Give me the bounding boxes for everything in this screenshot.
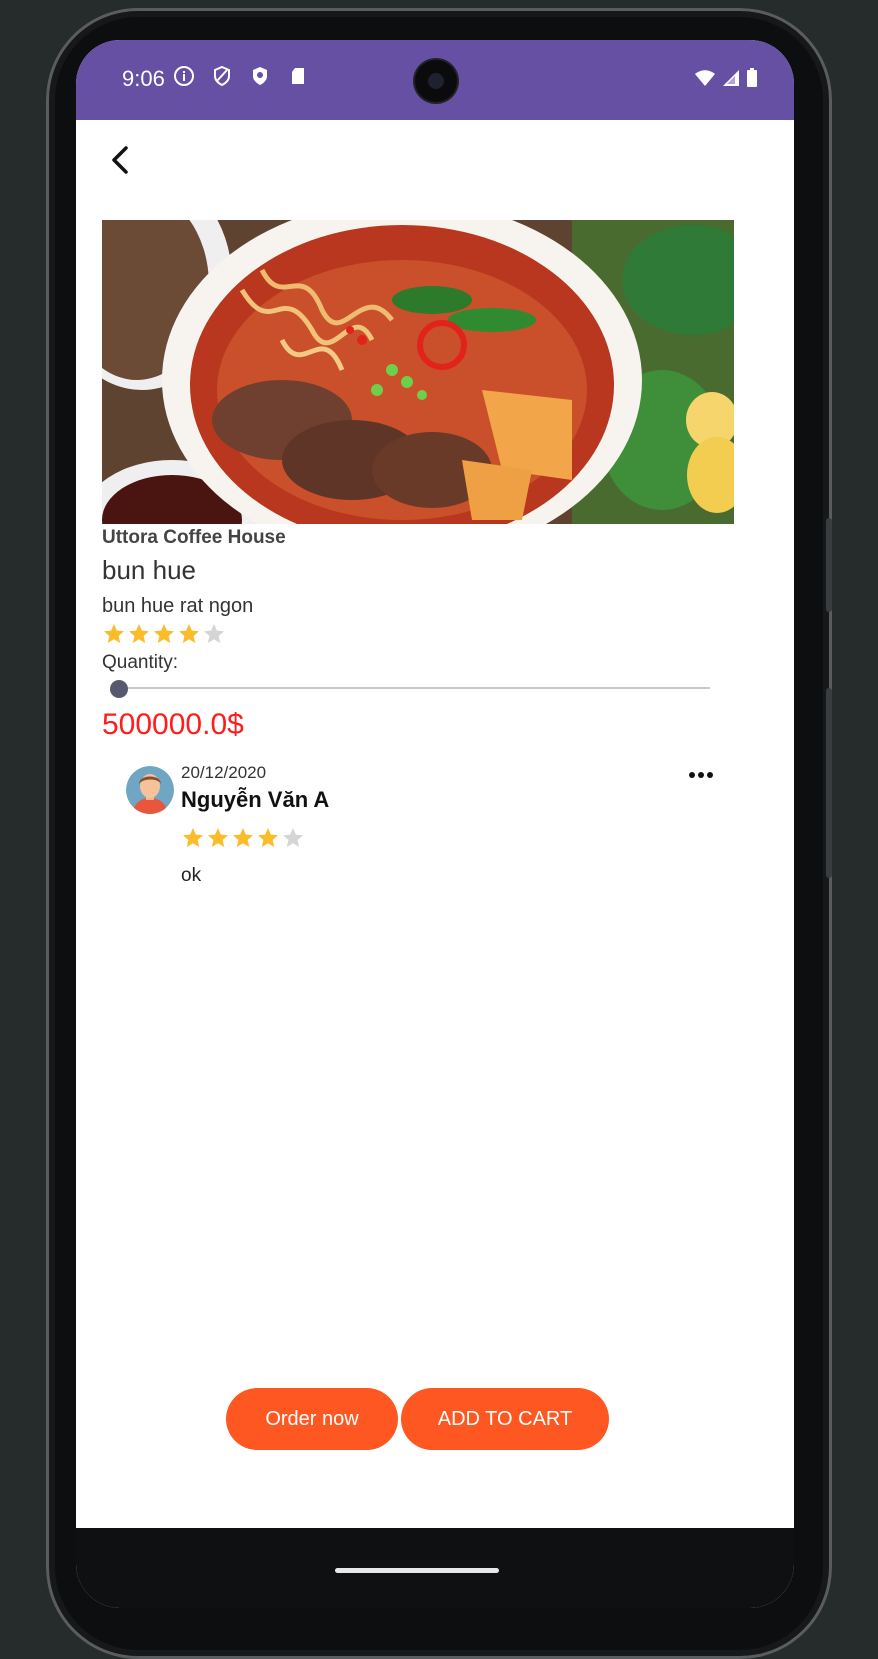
more-horizontal-icon xyxy=(689,772,713,778)
status-bar: 9:06 xyxy=(76,40,794,120)
shield-icon xyxy=(248,64,272,88)
status-time: 9:06 xyxy=(122,66,165,91)
star-filled-icon xyxy=(127,622,151,646)
add-to-cart-button[interactable]: ADD TO CART xyxy=(401,1388,609,1450)
slider-track xyxy=(116,687,710,689)
star-empty-icon xyxy=(281,826,305,850)
sd-card-icon xyxy=(286,64,310,88)
review-rating xyxy=(181,826,305,850)
avatar xyxy=(126,766,174,814)
star-filled-icon xyxy=(181,826,205,850)
wifi-icon xyxy=(694,69,716,92)
star-filled-icon xyxy=(256,826,280,850)
restaurant-name: Uttora Coffee House xyxy=(102,527,286,548)
product-name: bun hue xyxy=(102,555,196,585)
home-indicator[interactable] xyxy=(335,1568,499,1573)
arrow-back-icon xyxy=(112,146,128,174)
review-date: 20/12/2020 xyxy=(181,763,267,782)
bun-hue-photo xyxy=(102,220,734,524)
star-empty-icon xyxy=(202,622,226,646)
battery-icon xyxy=(746,68,758,93)
product-image xyxy=(102,220,734,524)
order-now-button[interactable]: Order now xyxy=(226,1388,398,1450)
volume-button xyxy=(826,688,832,878)
star-filled-icon xyxy=(102,622,126,646)
star-filled-icon xyxy=(231,826,255,850)
quantity-label: Quantity: xyxy=(102,652,179,673)
power-button xyxy=(826,518,832,612)
reviewer-name: Nguyễn Văn A xyxy=(181,787,330,812)
front-camera xyxy=(415,60,457,102)
slider-thumb[interactable] xyxy=(110,680,128,698)
review-text: ok xyxy=(181,865,202,886)
info-icon xyxy=(172,64,196,88)
more-options-button[interactable] xyxy=(686,765,716,785)
product-rating xyxy=(102,622,226,646)
star-filled-icon xyxy=(152,622,176,646)
star-filled-icon xyxy=(206,826,230,850)
product-description: bun hue rat ngon xyxy=(102,595,254,617)
quantity-slider[interactable] xyxy=(110,678,710,698)
app-screen: 9:06 Uttora Coffee House bun hue bun hue… xyxy=(76,40,794,1608)
product-price: 500000.0$ xyxy=(102,708,244,741)
cell-signal-icon xyxy=(722,69,740,92)
star-filled-icon xyxy=(177,622,201,646)
back-button[interactable] xyxy=(106,140,138,180)
user-avatar-icon xyxy=(126,766,174,814)
shield-outline-icon xyxy=(210,64,234,88)
review-item: 20/12/2020 Nguyễn Văn A ok xyxy=(126,763,716,903)
